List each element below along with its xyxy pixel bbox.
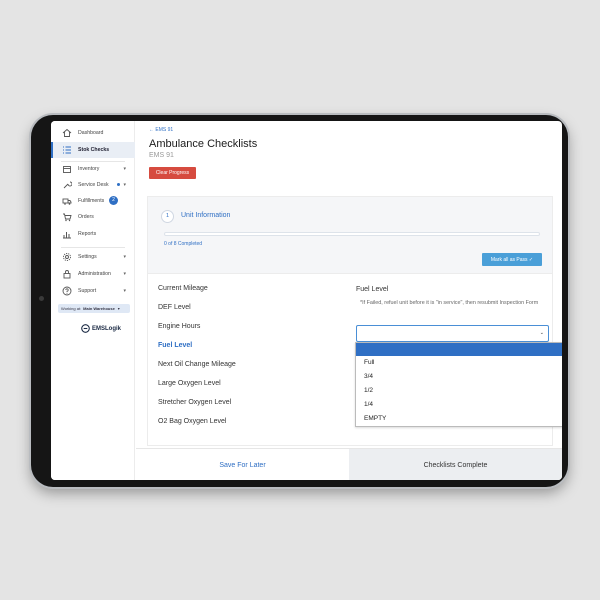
page-title: Ambulance Checklists xyxy=(149,138,258,150)
progress-text: 0 of 8 Completed xyxy=(164,241,203,247)
warehouse-selector[interactable]: Working at: Main Warehouse ▾ xyxy=(58,304,130,313)
logo-text: EMSLogik xyxy=(92,325,122,332)
sidebar-item-label: Stok Checks xyxy=(78,147,110,153)
dropdown-option[interactable]: 1/2 xyxy=(356,384,562,397)
sidebar-item-label: Dashboard xyxy=(78,130,104,136)
checklist-item[interactable]: Stretcher Oxygen Level xyxy=(158,399,231,406)
checklist-item[interactable]: Engine Hours xyxy=(158,323,200,330)
sidebar-item-stok-checks[interactable]: Stok Checks xyxy=(51,142,135,158)
checklists-complete-button[interactable]: Checklists Complete xyxy=(349,449,562,480)
mark-all-pass-button[interactable]: Mark all as Pass ✓ xyxy=(482,253,542,266)
logo-icon xyxy=(81,324,90,333)
sidebar: Dashboard Stok Checks Inventory ▾ Servic… xyxy=(51,121,135,480)
sidebar-item-label: Administration xyxy=(78,271,111,277)
sidebar-item-support[interactable]: Support ▾ xyxy=(51,283,135,299)
sidebar-item-reports[interactable]: Reports xyxy=(51,226,135,242)
dropdown-option[interactable]: Full xyxy=(356,356,562,369)
chevron-down-icon: ▾ xyxy=(123,271,126,277)
notification-dot xyxy=(117,183,120,186)
page-subtitle: EMS 91 xyxy=(149,152,174,159)
dropdown-option[interactable]: EMPTY xyxy=(356,412,562,425)
unit-information-section: 1 Unit Information 0 of 8 Completed Mark… xyxy=(147,196,553,274)
clear-progress-button[interactable]: Clear Progress xyxy=(149,167,196,179)
sidebar-item-dashboard[interactable]: Dashboard xyxy=(51,125,135,141)
sidebar-item-label: Orders xyxy=(78,214,94,220)
dropdown-option[interactable]: 3/4 xyxy=(356,370,562,383)
step-number: 1 xyxy=(161,210,174,223)
box-icon xyxy=(62,164,72,174)
sidebar-item-label: Inventory xyxy=(78,166,100,172)
field-note: *If Failed, refuel unit before it is "in… xyxy=(360,300,539,306)
chevron-down-icon: ▾ xyxy=(117,306,120,311)
progress-bar xyxy=(164,232,540,236)
checklist-item[interactable]: DEF Level xyxy=(158,304,191,311)
app-screen: Dashboard Stok Checks Inventory ▾ Servic… xyxy=(51,121,562,480)
checklist-item[interactable]: Next Oil Change Mileage xyxy=(158,361,236,368)
working-at-label: Working at: xyxy=(61,306,82,311)
sidebar-item-inventory[interactable]: Inventory ▾ xyxy=(51,161,135,177)
fuel-level-select[interactable]: ⌄ xyxy=(356,325,549,342)
chevron-down-icon: ▾ xyxy=(123,288,126,294)
sidebar-item-administration[interactable]: Administration ▾ xyxy=(51,266,135,282)
truck-icon xyxy=(62,196,72,206)
cart-icon xyxy=(62,212,72,222)
sidebar-item-fulfillments[interactable]: Fulfillments 2 xyxy=(51,193,135,209)
fuel-level-dropdown: Full 3/4 1/2 1/4 EMPTY xyxy=(355,342,562,427)
camera-icon xyxy=(39,296,44,301)
checklist-item[interactable]: O2 Bag Oxygen Level xyxy=(158,418,227,425)
lock-icon xyxy=(62,269,72,279)
wrench-icon xyxy=(62,180,73,190)
checklist-icon xyxy=(62,145,72,155)
chevron-down-icon: ▾ xyxy=(123,182,126,188)
dropdown-option-blank[interactable] xyxy=(356,343,562,356)
chart-icon xyxy=(62,229,72,239)
field-title: Fuel Level xyxy=(356,286,389,293)
checklist-item[interactable]: Current Mileage xyxy=(158,285,208,292)
gear-icon xyxy=(62,252,72,262)
sidebar-item-label: Support xyxy=(78,288,97,294)
sidebar-item-label: Service Desk xyxy=(78,182,109,188)
footer-bar: Save For Later Checklists Complete xyxy=(136,448,562,480)
breadcrumb-back-link[interactable]: ← EMS 91 xyxy=(149,127,173,133)
section-title[interactable]: Unit Information xyxy=(181,212,230,219)
brand-logo: EMSLogik xyxy=(81,324,121,333)
sidebar-item-orders[interactable]: Orders xyxy=(51,209,135,225)
home-icon xyxy=(62,128,72,138)
sidebar-item-service-desk[interactable]: Service Desk ▾ xyxy=(51,177,135,193)
checklist-item[interactable]: Large Oxygen Level xyxy=(158,380,221,387)
sidebar-item-label: Fulfillments xyxy=(78,198,105,204)
chevron-down-icon: ▾ xyxy=(123,166,126,172)
dropdown-option[interactable]: 1/4 xyxy=(356,398,562,411)
sidebar-item-settings[interactable]: Settings ▾ xyxy=(51,249,135,265)
chevron-down-icon: ⌄ xyxy=(539,330,544,336)
save-for-later-button[interactable]: Save For Later xyxy=(136,449,349,480)
divider xyxy=(61,247,125,248)
sidebar-item-label: Settings xyxy=(78,254,97,260)
count-badge: 2 xyxy=(109,196,118,205)
working-at-value: Main Warehouse xyxy=(83,306,115,311)
sidebar-item-label: Reports xyxy=(78,231,97,237)
checklist-item-active[interactable]: Fuel Level xyxy=(158,342,192,349)
help-icon xyxy=(62,286,72,296)
chevron-down-icon: ▾ xyxy=(123,254,126,260)
